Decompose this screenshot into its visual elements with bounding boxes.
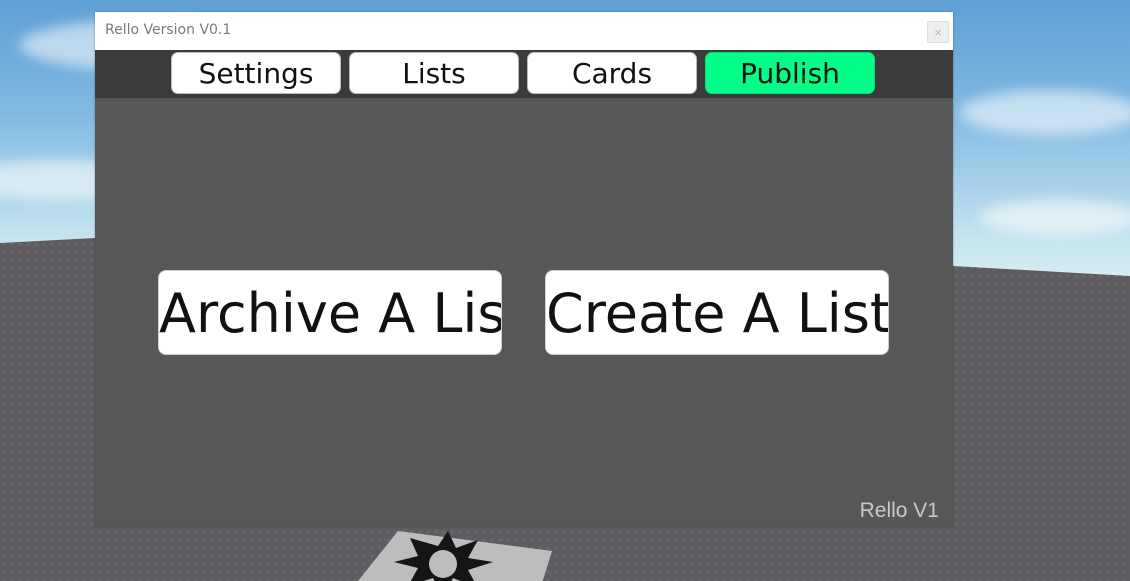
version-label: Rello V1 [859,499,939,522]
tab-lists[interactable]: Lists [349,52,519,94]
tab-settings[interactable]: Settings [171,52,341,94]
window-title: Rello Version V0.1 [105,22,232,38]
close-button[interactable]: × [927,21,949,43]
tab-cards[interactable]: Cards [527,52,697,94]
archive-list-button[interactable]: Archive A List [158,270,502,355]
tab-bar: Settings Lists Cards Publish [95,50,953,98]
spawn-decal [338,526,552,581]
title-bar: Rello Version V0.1 × [95,12,953,51]
rello-window: Rello Version V0.1 × Settings Lists Card… [95,12,953,527]
tab-publish[interactable]: Publish [705,52,875,94]
create-list-button[interactable]: Create A List [545,270,889,355]
